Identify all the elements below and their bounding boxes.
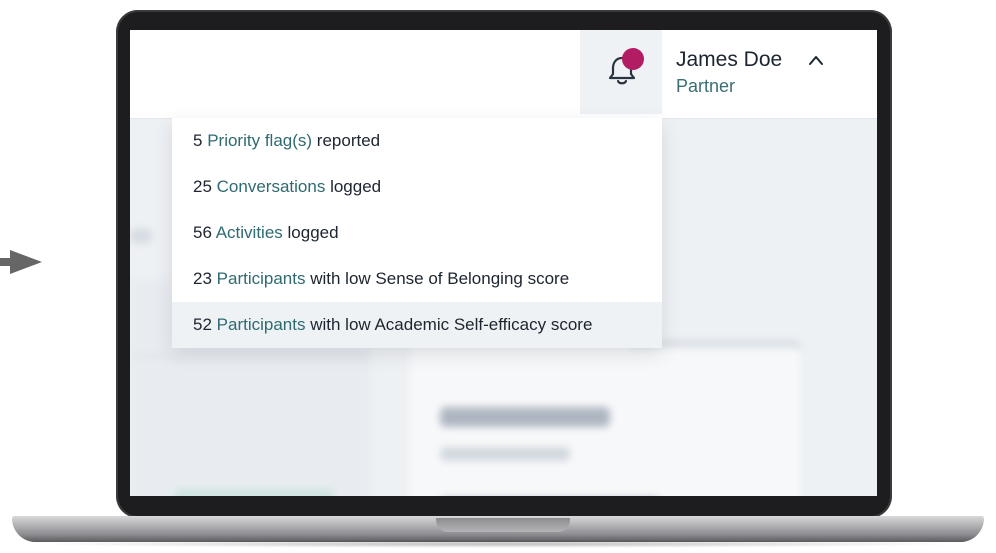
notifications-button[interactable] <box>580 30 662 114</box>
notification-link[interactable]: Priority flag(s) <box>207 131 312 150</box>
notification-link[interactable]: Activities <box>216 223 283 242</box>
notification-text: with low Academic Self-efficacy score <box>310 315 593 334</box>
notification-count: 25 <box>193 177 212 196</box>
notification-count: 23 <box>193 269 212 288</box>
notification-count: 56 <box>193 223 212 242</box>
notification-item[interactable]: 5 Priority flag(s) reported <box>172 118 662 164</box>
laptop-screen: James Doe Partner 5 Priority flag(s) rep… <box>130 30 877 496</box>
notification-link[interactable]: Participants <box>217 269 306 288</box>
user-name[interactable]: James Doe <box>676 48 782 72</box>
notification-badge <box>622 48 644 70</box>
blurred-card <box>410 347 800 496</box>
notification-link[interactable]: Participants <box>217 315 306 334</box>
laptop-base-notch <box>436 518 570 532</box>
notification-link[interactable]: Conversations <box>217 177 326 196</box>
user-role: Partner <box>676 76 736 96</box>
notification-text: logged <box>330 177 382 196</box>
notification-item[interactable]: 56 Activities logged <box>172 210 662 256</box>
blurred-line <box>130 229 152 243</box>
notifications-dropdown: 5 Priority flag(s) reported 25 Conversat… <box>172 118 662 348</box>
blurred-line <box>440 447 570 461</box>
blurred-line <box>130 355 370 357</box>
notification-text: reported <box>316 131 381 150</box>
laptop-shadow <box>28 540 968 548</box>
notification-item[interactable]: 25 Conversations logged <box>172 164 662 210</box>
blurred-button <box>174 489 334 496</box>
notification-count: 5 <box>193 131 203 150</box>
app-header: James Doe Partner <box>130 30 877 119</box>
notification-text: logged <box>287 223 339 242</box>
caret-up-icon[interactable] <box>807 54 825 66</box>
blurred-line <box>440 407 610 427</box>
notification-text: with low Sense of Belonging score <box>310 269 570 288</box>
notification-item[interactable]: 23 Participants with low Sense of Belong… <box>172 256 662 302</box>
notification-item[interactable]: 52 Participants with low Academic Self-e… <box>172 302 662 348</box>
arrow-pointer-icon <box>0 250 42 274</box>
notification-count: 52 <box>193 315 212 334</box>
